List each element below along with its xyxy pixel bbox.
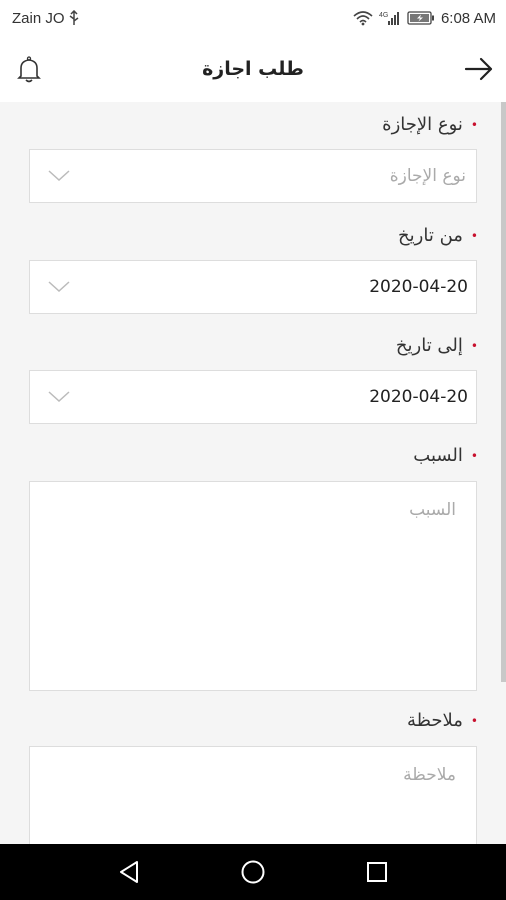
status-bar: Zain JO 4G 6:08 AM bbox=[0, 0, 506, 36]
from-date-label-text: من تاريخ bbox=[398, 225, 463, 246]
to-date-label: • إلى تاريخ bbox=[396, 335, 478, 356]
from-date-value: 2020-04-20 bbox=[369, 277, 468, 297]
app-bar: طلب اجازة bbox=[0, 36, 506, 102]
chevron-down-icon bbox=[30, 391, 70, 403]
note-placeholder: ملاحظة bbox=[403, 765, 456, 785]
svg-text:4G: 4G bbox=[379, 12, 388, 19]
bell-icon[interactable] bbox=[16, 56, 42, 88]
chevron-down-icon bbox=[30, 170, 70, 182]
reason-label: • السبب bbox=[413, 445, 478, 466]
reason-label-text: السبب bbox=[413, 445, 463, 466]
square-recents-icon[interactable] bbox=[357, 852, 397, 892]
from-date-select[interactable]: 2020-04-20 bbox=[29, 260, 477, 314]
required-marker: • bbox=[470, 228, 478, 243]
note-textarea[interactable]: ملاحظة bbox=[29, 746, 477, 844]
required-marker: • bbox=[470, 713, 478, 728]
required-marker: • bbox=[470, 448, 478, 463]
carrier-name: Zain JO bbox=[12, 9, 65, 27]
status-time: 6:08 AM bbox=[440, 9, 496, 27]
reason-placeholder: السبب bbox=[409, 500, 456, 520]
to-date-select[interactable]: 2020-04-20 bbox=[29, 370, 477, 424]
required-marker: • bbox=[470, 338, 478, 353]
leave-type-placeholder: نوع الإجازة bbox=[389, 166, 466, 186]
circle-home-icon[interactable] bbox=[233, 852, 273, 892]
leave-request-form: • نوع الإجازة نوع الإجازة • من تاريخ 202… bbox=[0, 102, 506, 844]
leave-type-label-text: نوع الإجازة bbox=[382, 114, 463, 135]
wifi-icon bbox=[353, 10, 373, 26]
note-label-text: ملاحظة bbox=[406, 710, 463, 731]
chevron-down-icon bbox=[30, 281, 70, 293]
reason-textarea[interactable]: السبب bbox=[29, 481, 477, 691]
note-label: • ملاحظة bbox=[407, 710, 478, 731]
signal-icon: 4G bbox=[379, 10, 401, 26]
battery-charging-icon bbox=[407, 11, 435, 25]
to-date-label-text: إلى تاريخ bbox=[395, 335, 463, 356]
from-date-label: • من تاريخ bbox=[398, 225, 478, 246]
leave-type-label: • نوع الإجازة bbox=[382, 114, 478, 135]
to-date-value: 2020-04-20 bbox=[369, 387, 468, 407]
triangle-back-icon[interactable] bbox=[109, 852, 149, 892]
leave-type-select[interactable]: نوع الإجازة bbox=[29, 149, 477, 203]
system-nav-bar bbox=[0, 844, 506, 900]
required-marker: • bbox=[470, 117, 478, 132]
arrow-right-icon[interactable] bbox=[464, 56, 494, 86]
usb-icon bbox=[69, 10, 79, 26]
scrollbar[interactable] bbox=[501, 102, 506, 682]
page-title: طلب اجازة bbox=[202, 58, 304, 80]
